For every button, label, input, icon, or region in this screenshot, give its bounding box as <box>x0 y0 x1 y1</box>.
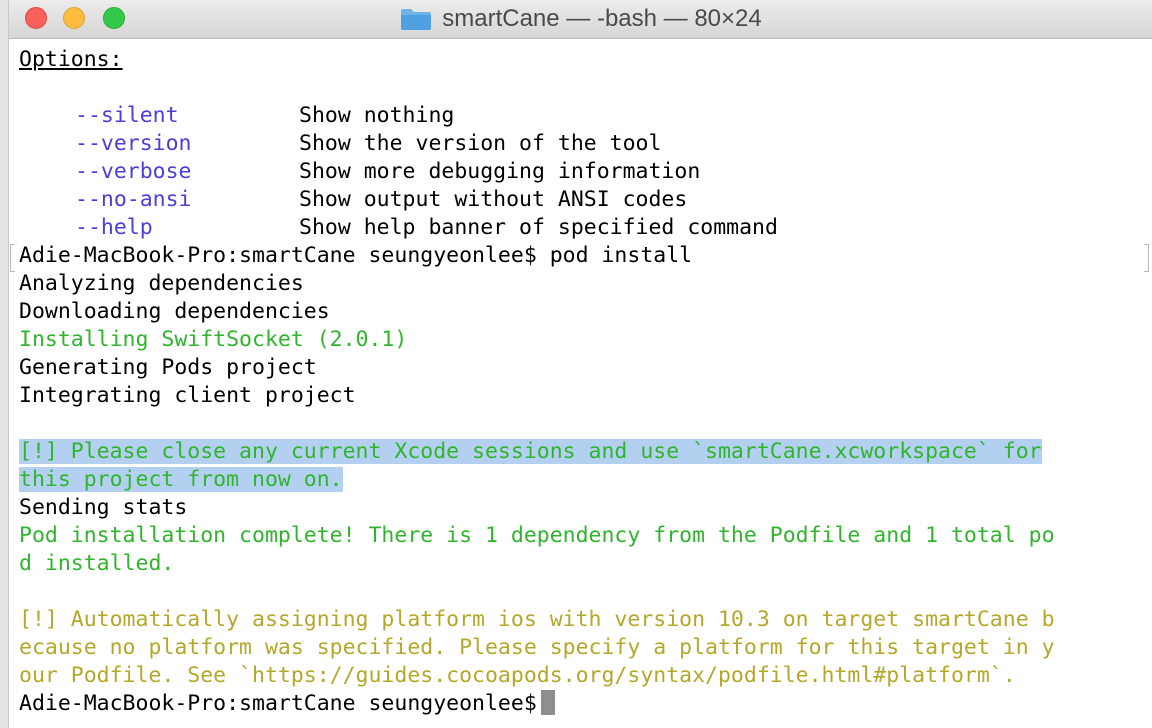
output-integrating: Integrating client project <box>19 383 356 408</box>
option-row: --no-ansi Show output without ANSI codes <box>19 186 687 214</box>
output-generating: Generating Pods project <box>19 355 317 380</box>
notice-line[interactable]: [!] Please close any current Xcode sessi… <box>19 438 1042 466</box>
option-flag: --no-ansi <box>75 187 192 212</box>
output-complete: Pod installation complete! There is 1 de… <box>19 523 1055 548</box>
terminal-window[interactable]: smartCane — -bash — 80×24 Options: --sil… <box>8 0 1152 728</box>
output-installing: Installing SwiftSocket (2.0.1) <box>19 327 408 352</box>
option-row: --silent Show nothing <box>19 102 454 130</box>
window-title: smartCane — -bash — 80×24 <box>442 5 762 32</box>
output-complete: d installed. <box>19 551 175 576</box>
title-bar[interactable]: smartCane — -bash — 80×24 <box>9 0 1152 39</box>
option-desc: Show more debugging information <box>299 159 701 184</box>
mark-bracket-left <box>10 244 15 272</box>
option-row: --verbose Show more debugging information <box>19 158 700 186</box>
option-flag: --help <box>75 215 153 240</box>
current-prompt[interactable]: Adie-MacBook-Pro:smartCane seungyeonlee$ <box>19 690 555 718</box>
prompt-text: Adie-MacBook-Pro:smartCane seungyeonlee$ <box>19 691 537 716</box>
option-row: --help Show help banner of specified comm… <box>19 214 778 242</box>
folder-icon <box>401 9 432 30</box>
selected-text[interactable]: this project from now on. <box>19 467 343 492</box>
warning-line: ecause no platform was specified. Please… <box>19 635 1055 660</box>
output-analyzing: Analyzing dependencies <box>19 271 304 296</box>
option-row: --version Show the version of the tool <box>19 130 661 158</box>
output-downloading: Downloading dependencies <box>19 299 330 324</box>
text-cursor <box>540 690 555 715</box>
warning-line: [!] Automatically assigning platform ios… <box>19 607 1055 632</box>
option-desc: Show nothing <box>299 103 455 128</box>
option-desc: Show output without ANSI codes <box>299 187 688 212</box>
option-flag: --version <box>75 131 192 156</box>
option-desc: Show help banner of specified command <box>299 215 778 240</box>
notice-line[interactable]: this project from now on. <box>19 466 343 494</box>
mark-bracket-right <box>1144 244 1149 272</box>
output-sending: Sending stats <box>19 495 188 520</box>
options-heading: Options: <box>19 47 123 72</box>
window-title-group: smartCane — -bash — 80×24 <box>9 4 1152 34</box>
option-desc: Show the version of the tool <box>299 131 662 156</box>
option-flag: --verbose <box>75 159 192 184</box>
selected-text[interactable]: [!] Please close any current Xcode sessi… <box>19 439 1042 464</box>
command-prompt: Adie-MacBook-Pro:smartCane seungyeonlee$… <box>19 243 693 268</box>
warning-line: our Podfile. See `https://guides.cocoapo… <box>19 663 1016 688</box>
option-flag: --silent <box>75 103 179 128</box>
terminal-output[interactable]: Options: --silent Show nothing --version S… <box>9 39 1152 728</box>
background-window-strip <box>0 0 8 728</box>
